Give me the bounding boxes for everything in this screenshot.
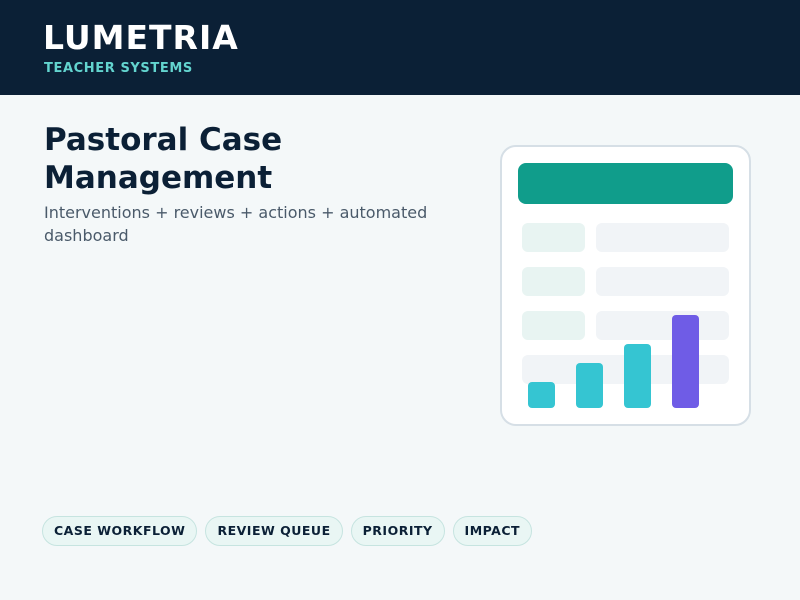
- brand-subtitle: TEACHER SYSTEMS: [44, 61, 193, 76]
- app-header: LUMETRIA TEACHER SYSTEMS: [0, 0, 800, 95]
- illustration-cell: [522, 267, 585, 296]
- page-subtitle: Interventions + reviews + actions + auto…: [44, 203, 428, 245]
- tag-case-workflow: CASE WORKFLOW: [42, 516, 198, 546]
- illustration-cell: [522, 223, 585, 252]
- tag-review-queue: REVIEW QUEUE: [205, 516, 343, 546]
- page-title: Pastoral Case Management: [44, 122, 283, 196]
- tag-impact: IMPACT: [452, 516, 533, 546]
- illustration-bar: [576, 363, 603, 408]
- brand-name: LUMETRIA: [43, 18, 239, 57]
- tag-list: CASE WORKFLOW REVIEW QUEUE PRIORITY IMPA…: [42, 516, 533, 546]
- illustration-cell: [596, 223, 729, 252]
- illustration-cell: [522, 311, 585, 340]
- illustration-bar: [672, 315, 699, 408]
- illustration-cell: [596, 267, 729, 296]
- dashboard-illustration: [500, 145, 751, 426]
- illustration-header-bar: [518, 163, 733, 204]
- tag-priority: PRIORITY: [350, 516, 445, 546]
- illustration-bar: [528, 382, 555, 408]
- illustration-cell: [596, 311, 729, 340]
- illustration-bar: [624, 344, 651, 408]
